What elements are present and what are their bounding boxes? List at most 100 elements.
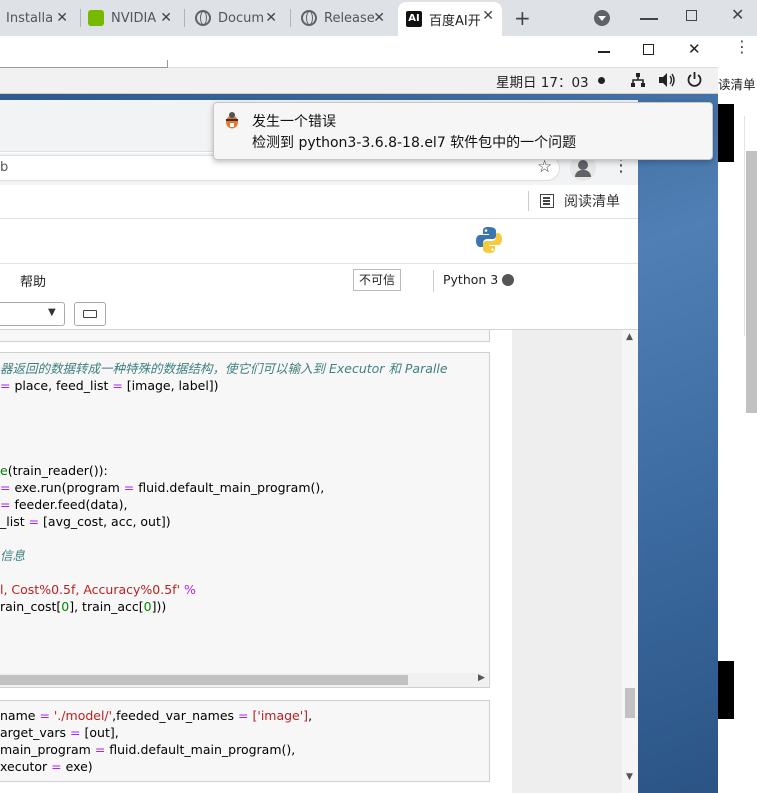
code-line[interactable]: 器返回的数据转成一种特殊的数据结构，使它们可以输入到 Executor 和 Pa… [0, 360, 488, 377]
volume-icon[interactable] [658, 72, 676, 88]
code-line[interactable]: arget_vars = [out], [0, 724, 488, 741]
bookmark-star-icon[interactable]: ☆ [537, 157, 552, 177]
code-token: = [0, 497, 15, 512]
notebook-scrollbar-thumb[interactable] [625, 688, 635, 718]
bookmarks-separator [528, 191, 529, 211]
trust-indicator[interactable]: 不可信 [353, 269, 401, 291]
vm-maximize-icon[interactable] [643, 44, 654, 55]
scroll-down-arrow-icon[interactable]: ▼ [626, 772, 633, 782]
code-line[interactable] [0, 411, 488, 428]
cell-source[interactable]: name = './model/',feeded_var_names = ['i… [0, 707, 488, 775]
command-palette-button[interactable] [74, 302, 106, 326]
cell-type-select[interactable]: ▼ [0, 302, 65, 326]
close-tab-icon[interactable]: ✕ [482, 8, 494, 24]
clock-datetime[interactable]: 星期日 17：03 [496, 71, 589, 91]
code-token: './model/' [53, 708, 113, 723]
bug-report-icon [226, 112, 238, 129]
tab-nvidia[interactable]: NVIDIA ✕ [88, 4, 180, 32]
window-close-icon[interactable]: ✕ [731, 5, 744, 24]
close-tab-icon[interactable]: ✕ [160, 10, 172, 26]
recording-dot-icon [598, 77, 605, 84]
tab-documentation[interactable]: Docum ✕ [195, 4, 285, 32]
code-token: [out], [84, 725, 119, 740]
code-line[interactable]: rain_cost[0], train_acc[0])) [0, 598, 488, 615]
code-token: _list [0, 514, 29, 529]
reading-list-fragment[interactable]: 读清单 [718, 74, 756, 93]
code-token: place, feed_list [14, 378, 113, 393]
code-token: = [0, 480, 15, 495]
code-line[interactable]: e(train_reader()): [0, 462, 488, 479]
vm-close-icon[interactable]: ✕ [688, 40, 701, 58]
tab-installation[interactable]: Installa ✕ [6, 4, 76, 32]
close-tab-icon[interactable]: ✕ [56, 10, 68, 26]
avatar-body-icon [575, 170, 591, 177]
network-icon[interactable] [630, 72, 646, 88]
chevron-down-icon: ▼ [48, 307, 56, 318]
code-cell-training-loop[interactable]: 器返回的数据转成一种特殊的数据结构，使它们可以输入到 Executor 和 Pa… [0, 352, 490, 688]
code-line[interactable]: main_program = fluid.default_main_progra… [0, 741, 488, 758]
menu-help[interactable]: 帮助 [20, 271, 46, 290]
more-menu-icon[interactable]: ⋮ [734, 39, 750, 55]
power-icon[interactable] [686, 71, 703, 88]
kernel-status-icon [502, 274, 514, 286]
code-token: = [123, 480, 139, 495]
code-token: = [70, 725, 85, 740]
tab-release[interactable]: Release ✕ [301, 4, 393, 32]
tab-title: Release [324, 10, 375, 26]
bookmarks-bar: 阅读清单 [0, 185, 638, 219]
scroll-right-arrow-icon[interactable]: ▶ [478, 673, 485, 683]
scroll-up-arrow-icon[interactable]: ▲ [626, 332, 633, 342]
code-line[interactable]: name = './model/',feeded_var_names = ['i… [0, 707, 488, 724]
code-line[interactable]: 信息 [0, 547, 488, 564]
code-token: = [0, 378, 15, 393]
kernel-name[interactable]: Python 3 [443, 272, 498, 287]
error-notification[interactable]: 发生一个错误 检测到 python3-3.6.8-18.el7 软件包中的一个问… [213, 102, 713, 160]
code-token: fluid.default_main_program(), [138, 480, 325, 495]
globe-icon [301, 10, 317, 26]
new-tab-plus-icon[interactable]: + [514, 6, 531, 30]
vm-minimize-icon[interactable] [598, 51, 610, 53]
code-cell-save-model[interactable]: name = './model/',feeded_var_names = ['i… [0, 700, 490, 782]
code-line[interactable]: = exe.run(program = fluid.default_main_p… [0, 479, 488, 496]
code-line[interactable]: = place, feed_list = [image, label]) [0, 377, 488, 394]
horizontal-scrollbar[interactable]: ▶ [0, 673, 488, 687]
outer-browser-right-edge: ⋮ 读清单 [718, 36, 757, 793]
code-line[interactable] [0, 445, 488, 462]
outer-scrollbar-thumb[interactable] [746, 151, 757, 413]
code-line[interactable]: l, Cost%0.5f, Accuracy%0.5f' % [0, 581, 488, 598]
code-token: [avg_cost, acc, out]) [43, 514, 171, 529]
code-line[interactable] [0, 530, 488, 547]
code-line[interactable] [0, 564, 488, 581]
globe-icon [195, 10, 211, 26]
notebook-scrollbar[interactable]: ▲ ▼ [622, 330, 638, 793]
tab-search-icon[interactable] [594, 10, 610, 26]
code-token: rain_cost[ [0, 599, 62, 614]
window-minimize-icon[interactable] [640, 18, 658, 20]
close-tab-icon[interactable]: ✕ [265, 10, 277, 26]
reading-list-button[interactable]: 阅读清单 [564, 191, 620, 211]
code-line[interactable]: _list = [avg_cost, acc, out]) [0, 513, 488, 530]
code-line[interactable] [0, 394, 488, 411]
code-token: 0.5f, Accuracy [51, 582, 141, 597]
page-dark-block [718, 661, 734, 719]
jupyter-menubar: 帮助 不可信 Python 3 [0, 264, 520, 296]
code-token: ], train_acc[ [69, 599, 144, 614]
code-line[interactable]: = feeder.feed(data), [0, 496, 488, 513]
address-text: b [0, 160, 9, 175]
avatar-head-icon [578, 160, 588, 170]
code-token: 0.5f' [152, 582, 184, 597]
code-line[interactable]: xecutor = exe) [0, 758, 488, 775]
previous-cell-bottom [0, 330, 490, 342]
code-token: = [238, 708, 253, 723]
nvidia-icon [88, 10, 104, 26]
code-line[interactable] [0, 428, 488, 445]
close-tab-icon[interactable]: ✕ [373, 10, 385, 26]
code-token: (train_reader()): [7, 463, 108, 478]
tab-baidu-ai[interactable]: AI 百度AI开 ✕ [398, 2, 502, 36]
code-token: exe.run(program [14, 480, 124, 495]
window-restore-icon[interactable] [686, 10, 697, 21]
cell-source[interactable]: 器返回的数据转成一种特殊的数据结构，使它们可以输入到 Executor 和 Pa… [0, 360, 488, 615]
horizontal-scrollbar-thumb[interactable] [0, 675, 408, 685]
code-token: ,feeded_var_names [112, 708, 239, 723]
code-token: [image, label]) [126, 378, 219, 393]
